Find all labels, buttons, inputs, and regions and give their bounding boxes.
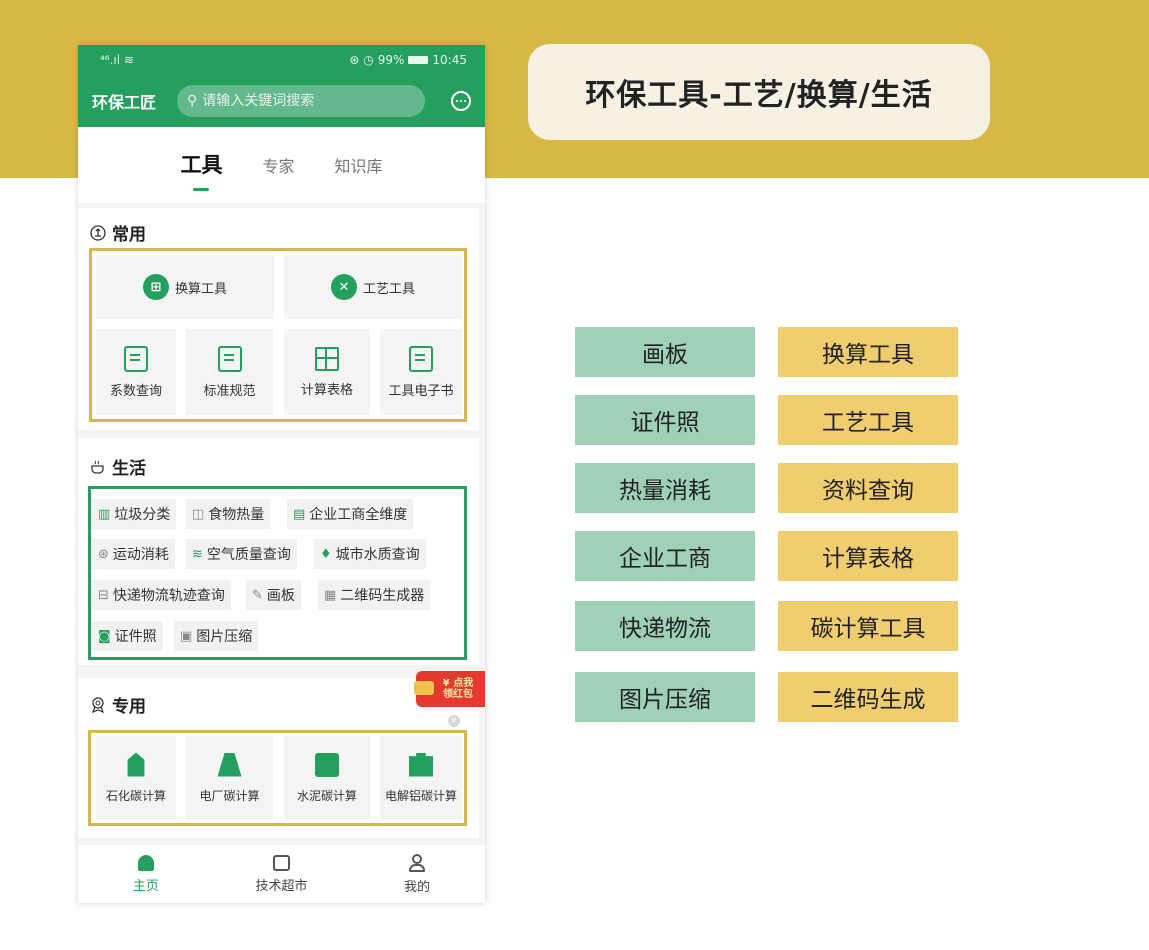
feature-tag: 图片压缩: [575, 672, 755, 722]
user-icon: [409, 853, 426, 872]
nav-mine[interactable]: 我的: [372, 853, 462, 895]
ball-icon: ⊛: [98, 546, 109, 562]
signal-icon: ⁴⁶.ıl ≋: [100, 53, 134, 67]
chip-express[interactable]: ⊟ 快递物流轨迹查询: [92, 580, 231, 610]
close-icon[interactable]: ×: [448, 715, 460, 727]
wifi-icon: ≋: [123, 53, 134, 67]
table-icon: [315, 346, 339, 371]
feature-tag: 企业工商: [575, 531, 755, 581]
status-bar: ⁴⁶.ıl ≋ ⊛ ◷ 99% 10:45: [78, 45, 485, 75]
special-title: 专用: [112, 697, 146, 717]
certificate-icon: [217, 345, 242, 372]
water-icon: ♦: [320, 546, 332, 562]
red-packet-button[interactable]: ¥ 点我 领红包: [414, 671, 485, 707]
coefficient-query-button[interactable]: 系数查询: [96, 329, 176, 415]
top-tabs: 工具 专家 知识库: [78, 127, 485, 203]
search-input[interactable]: [202, 93, 403, 109]
tool-ebook-button[interactable]: 工具电子书: [380, 329, 462, 415]
book-icon: [409, 345, 433, 372]
common-title: 常用: [112, 225, 146, 245]
coin-icon: [414, 681, 434, 695]
chip-image-compress[interactable]: ▣ 图片压缩: [174, 621, 259, 651]
feature-tag: 快递物流: [575, 601, 755, 651]
pen-icon: ✎: [252, 587, 263, 603]
qr-icon: ▦: [324, 587, 337, 603]
conversion-tools-button[interactable]: ⊞ 换算工具: [96, 255, 274, 319]
chip-id-photo[interactable]: ◙ 证件照: [92, 621, 163, 651]
phone-screen: ⁴⁶.ıl ≋ ⊛ ◷ 99% 10:45 环保工匠 ⚲ 工具 专家 知识库 常…: [78, 45, 485, 903]
clock: 10:45: [432, 53, 467, 67]
tab-knowledge[interactable]: 知识库: [335, 153, 383, 177]
aluminum-carbon-button[interactable]: 电解铝碳计算: [380, 736, 462, 820]
chip-drawing-board[interactable]: ✎ 画板: [246, 580, 301, 610]
feature-tag: 二维码生成: [778, 672, 958, 722]
chip-air-quality[interactable]: ≋ 空气质量查询: [186, 539, 297, 569]
feature-tag: 碳计算工具: [778, 601, 958, 651]
chip-exercise[interactable]: ⊛ 运动消耗: [92, 539, 175, 569]
wrench-icon: ✕: [330, 274, 357, 300]
cement-bag-icon: [315, 752, 339, 777]
power-plant-carbon-button[interactable]: 电厂碳计算: [186, 736, 273, 820]
calc-table-button[interactable]: 计算表格: [284, 329, 370, 415]
home-icon: [137, 854, 154, 871]
calculator-icon: ⊞: [142, 274, 169, 300]
feature-tag: 画板: [575, 327, 755, 377]
cup-icon: [91, 460, 104, 474]
common-header: 常用: [90, 220, 146, 245]
feature-tag: 换算工具: [778, 327, 958, 377]
search-icon: ⚲: [187, 93, 198, 109]
badge-icon: [91, 696, 105, 713]
feature-tag: 计算表格: [778, 531, 958, 581]
process-tools-button[interactable]: ✕ 工艺工具: [284, 255, 462, 319]
image-icon: ▣: [180, 628, 193, 644]
chip-water-quality[interactable]: ♦ 城市水质查询: [314, 539, 426, 569]
air-icon: ≋: [192, 546, 203, 562]
tab-tools[interactable]: 工具: [180, 149, 222, 179]
nav-tech-market[interactable]: 技术超市: [236, 854, 326, 894]
factory-icon: [127, 752, 145, 777]
feature-tag: 资料查询: [778, 463, 958, 513]
special-header: 专用: [90, 692, 146, 717]
life-section: 生活 ▥ 垃圾分类 ◫ 食物热量 ▤ 企业工商全维度 ⊛ 运动消耗 ≋ 空气质量查询 ♦ 城…: [78, 438, 479, 665]
trash-icon: ▥: [98, 506, 111, 522]
status-icons: ⊛ ◷: [349, 53, 374, 67]
life-title: 生活: [112, 459, 146, 479]
petrochem-carbon-button[interactable]: 石化碳计算: [96, 736, 176, 820]
building-icon: ▤: [293, 506, 306, 522]
battery-icon: [408, 56, 429, 64]
app-bar: 环保工匠 ⚲: [78, 75, 485, 127]
bottom-nav: 主页 技术超市 我的: [78, 845, 485, 903]
standards-button[interactable]: 标准规范: [186, 329, 273, 415]
life-header: 生活: [90, 454, 146, 479]
feature-tag: 热量消耗: [575, 463, 755, 513]
chip-garbage-sort[interactable]: ▥ 垃圾分类: [92, 499, 177, 529]
electrolysis-icon: [409, 752, 433, 777]
battery-percent: 99%: [377, 53, 405, 67]
nav-home[interactable]: 主页: [101, 854, 191, 894]
feature-tag: 工艺工具: [778, 395, 958, 445]
camera-icon: ◙: [98, 628, 111, 644]
chip-qr-generator[interactable]: ▦ 二维码生成器: [318, 580, 431, 610]
truck-icon: ⊟: [98, 587, 109, 603]
feature-tag: 证件照: [575, 395, 755, 445]
shop-icon: [272, 854, 290, 871]
up-arrow-icon: [90, 224, 106, 241]
app-title: 环保工匠: [92, 93, 157, 112]
message-icon[interactable]: [451, 91, 471, 111]
document-search-icon: [124, 345, 148, 372]
chip-food-calories[interactable]: ◫ 食物热量: [186, 499, 271, 529]
cooling-tower-icon: [217, 752, 242, 777]
common-section: 常用 ⊞ 换算工具 ✕ 工艺工具 系数查询 标准规范 计算表格 工具电子书: [78, 208, 479, 430]
tab-experts[interactable]: 专家: [262, 153, 294, 177]
food-icon: ◫: [192, 506, 205, 522]
search-box[interactable]: ⚲: [177, 85, 425, 117]
cement-carbon-button[interactable]: 水泥碳计算: [284, 736, 370, 820]
chip-enterprise[interactable]: ▤ 企业工商全维度: [287, 499, 414, 529]
banner-title: 环保工具-工艺/换算/生活: [528, 44, 990, 140]
